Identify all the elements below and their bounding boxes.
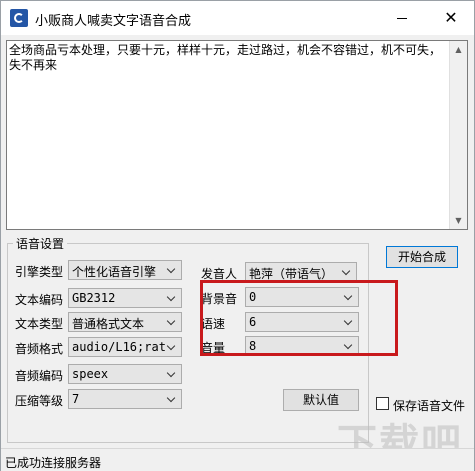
highlight-box [200, 280, 398, 356]
chevron-down-icon [165, 261, 179, 279]
app-logo-icon [10, 9, 28, 27]
app-window: 小贩商人喊卖文字语音合成 ✕ 全场商品亏本处理，只要十元，样样十元，走过路过，机… [0, 0, 475, 471]
compression-level-value: 7 [72, 392, 80, 406]
scroll-down-icon[interactable]: ▼ [450, 212, 467, 229]
text-content: 全场商品亏本处理，只要十元，样样十元，走过路过，机会不容错过，机不可失，失不再来 [9, 43, 442, 72]
audio-format-select[interactable]: audio/L16;rate= [68, 337, 182, 357]
speaker-select[interactable]: 艳萍（带语气） [245, 262, 357, 282]
text-type-select[interactable]: 普通格式文本 [68, 312, 182, 332]
close-button[interactable]: ✕ [428, 1, 474, 35]
scroll-up-icon[interactable]: ▲ [450, 41, 467, 58]
status-text: 已成功连接服务器 [5, 456, 102, 470]
chevron-down-icon [165, 338, 179, 356]
audio-format-label: 音频格式 [15, 342, 64, 356]
compression-level-label: 压缩等级 [15, 394, 64, 408]
window-title: 小贩商人喊卖文字语音合成 [35, 14, 192, 29]
text-type-value: 普通格式文本 [72, 317, 145, 331]
chevron-down-icon [165, 390, 179, 408]
chevron-down-icon [340, 263, 354, 281]
compression-level-select[interactable]: 7 [68, 389, 182, 409]
text-encoding-value: GB2312 [72, 291, 116, 305]
engine-type-value: 个性化语音引擎 [72, 265, 157, 279]
text-input-area[interactable]: 全场商品亏本处理，只要十元，样样十元，走过路过，机会不容错过，机不可失，失不再来… [6, 40, 468, 230]
engine-type-select[interactable]: 个性化语音引擎 [68, 260, 182, 280]
start-synthesis-button[interactable]: 开始合成 [386, 246, 458, 268]
save-audio-checkbox[interactable] [376, 397, 389, 410]
status-bar: 已成功连接服务器 [1, 448, 474, 471]
chevron-down-icon [165, 313, 179, 331]
text-encoding-label: 文本编码 [15, 293, 64, 307]
audio-encoding-label: 音频编码 [15, 369, 64, 383]
text-encoding-select[interactable]: GB2312 [68, 288, 182, 308]
text-type-label: 文本类型 [15, 317, 64, 331]
minimize-button[interactable] [379, 1, 425, 35]
chevron-down-icon [165, 365, 179, 383]
audio-encoding-value: speex [72, 367, 109, 381]
vertical-scrollbar[interactable]: ▲ ▼ [449, 41, 467, 229]
audio-format-value: audio/L16;rate= [72, 340, 166, 354]
engine-type-label: 引擎类型 [15, 265, 64, 279]
chevron-down-icon [165, 289, 179, 307]
default-values-button[interactable]: 默认值 [283, 389, 359, 411]
voice-settings-title: 语音设置 [13, 235, 68, 252]
title-bar: 小贩商人喊卖文字语音合成 ✕ [1, 1, 474, 35]
audio-encoding-select[interactable]: speex [68, 364, 182, 384]
